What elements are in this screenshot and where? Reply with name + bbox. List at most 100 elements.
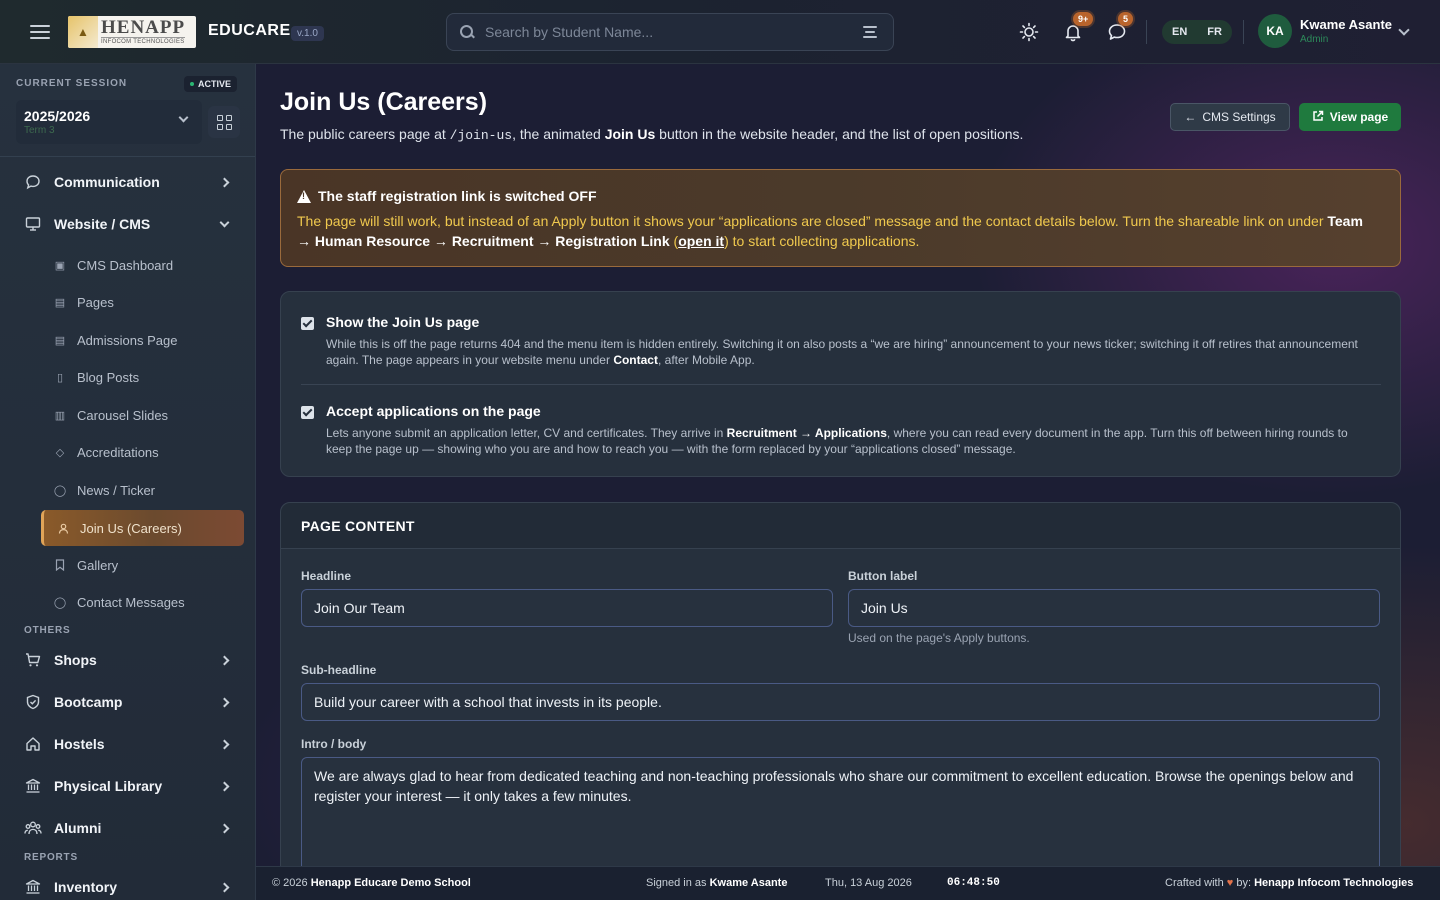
row-divider bbox=[301, 384, 1381, 385]
sidebar-item-gallery[interactable]: Gallery bbox=[41, 547, 244, 583]
user-menu[interactable]: KA Kwame Asante Admin bbox=[1258, 14, 1410, 48]
section-title: PAGE CONTENT bbox=[301, 518, 415, 534]
document-icon: ▤ bbox=[54, 334, 66, 347]
lang-en-option[interactable]: EN bbox=[1172, 26, 1187, 38]
chevron-right-icon bbox=[219, 739, 230, 749]
nav-group-others: OTHERS bbox=[24, 625, 71, 636]
headline-input[interactable] bbox=[301, 589, 833, 627]
session-status-badge: ACTIVE bbox=[184, 76, 238, 92]
chevron-down-icon bbox=[178, 112, 189, 123]
sidebar-item-news-ticker[interactable]: ◯ News / Ticker bbox=[41, 472, 244, 508]
intro-label: Intro / body bbox=[301, 737, 367, 751]
intro-textarea[interactable]: We are always glad to hear from dedicate… bbox=[301, 757, 1380, 866]
sidebar-item-accreditations[interactable]: ◇ Accreditations bbox=[41, 434, 244, 470]
sidebar-item-label: Website / CMS bbox=[54, 216, 151, 232]
sidebar-item-label: Admissions Page bbox=[77, 332, 178, 348]
footer-credits: Crafted with ♥ by: Henapp Infocom Techno… bbox=[1165, 877, 1414, 889]
sidebar-divider bbox=[0, 156, 255, 157]
page-title: Join Us (Careers) bbox=[280, 88, 488, 116]
chevron-down-icon bbox=[1398, 24, 1410, 36]
app-name: EDUCARE bbox=[208, 22, 291, 39]
sidebar-item-carousel-slides[interactable]: ▥ Carousel Slides bbox=[41, 397, 244, 433]
registration-link-alert: The staff registration link is switched … bbox=[280, 169, 1401, 267]
sidebar-item-label: News / Ticker bbox=[77, 482, 156, 498]
sidebar-item-hostels[interactable]: Hostels bbox=[16, 727, 244, 761]
sidebar-item-physical-library[interactable]: Physical Library bbox=[16, 769, 244, 803]
notifications-button[interactable]: 9+ bbox=[1059, 12, 1094, 46]
sidebar-item-join-us-careers[interactable]: Join Us (Careers) bbox=[41, 510, 244, 546]
show-page-checkbox[interactable] bbox=[301, 317, 314, 330]
messages-button[interactable]: 5 bbox=[1103, 12, 1134, 46]
search-input[interactable] bbox=[485, 24, 863, 40]
visibility-settings-card: Show the Join Us page While this is off … bbox=[280, 291, 1401, 477]
sidebar-item-label: Carousel Slides bbox=[77, 407, 169, 423]
sidebar-item-shops[interactable]: Shops bbox=[16, 643, 244, 677]
footer-date: Thu, 13 Aug 2026 bbox=[825, 877, 912, 889]
toggle-description: While this is off the page returns 404 a… bbox=[326, 337, 1358, 367]
chevron-down-icon bbox=[219, 217, 230, 227]
chevron-right-icon bbox=[219, 882, 230, 892]
bar-chart-icon: ▥ bbox=[54, 409, 66, 422]
search-icon bbox=[459, 24, 475, 40]
sidebar-item-blog-posts[interactable]: ▯ Blog Posts bbox=[41, 359, 244, 395]
view-page-button[interactable]: View page bbox=[1299, 103, 1401, 131]
theme-toggle-button[interactable] bbox=[1015, 18, 1043, 46]
filter-icon[interactable] bbox=[863, 25, 879, 39]
sidebar-item-alumni[interactable]: Alumni bbox=[16, 811, 244, 845]
user-role: Admin bbox=[1300, 34, 1329, 45]
menu-toggle-icon[interactable] bbox=[28, 22, 52, 42]
header-divider bbox=[1146, 20, 1147, 44]
open-it-link[interactable]: open it bbox=[678, 233, 724, 249]
sidebar-item-label: Communication bbox=[54, 174, 160, 190]
users-icon bbox=[24, 819, 42, 837]
footer-copyright: © 2026 Henapp Educare Demo School bbox=[272, 877, 471, 889]
sidebar-item-label: Alumni bbox=[54, 820, 102, 836]
sidebar-item-inventory[interactable]: Inventory bbox=[16, 870, 244, 900]
toggle-title: Accept applications on the page bbox=[326, 403, 541, 419]
button-label-input[interactable] bbox=[848, 589, 1380, 627]
messages-count-badge: 5 bbox=[1118, 12, 1134, 26]
subheadline-label: Sub-headline bbox=[301, 663, 377, 677]
lang-fr-option[interactable]: FR bbox=[1207, 26, 1222, 38]
sidebar-item-label: CMS Dashboard bbox=[77, 257, 174, 273]
footer: © 2026 Henapp Educare Demo School Signed… bbox=[256, 866, 1440, 900]
chat-icon: ◯ bbox=[53, 596, 67, 609]
session-label: CURRENT SESSION bbox=[16, 78, 128, 89]
main-content: Join Us (Careers) The public careers pag… bbox=[256, 64, 1440, 866]
sidebar-item-contact-messages[interactable]: ◯ Contact Messages bbox=[41, 584, 244, 620]
button-label-help: Used on the page's Apply buttons. bbox=[848, 631, 1030, 645]
footer-signed-in: Signed in as Kwame Asante bbox=[646, 877, 788, 889]
subheadline-input[interactable] bbox=[301, 683, 1380, 721]
cms-settings-label: CMS Settings bbox=[1202, 110, 1276, 124]
page-path: /join-us bbox=[449, 128, 513, 143]
sidebar-item-label: Pages bbox=[77, 294, 114, 310]
accept-applications-checkbox[interactable] bbox=[301, 406, 314, 419]
footer-clock: 06:48:50 bbox=[947, 877, 1000, 889]
chat-icon bbox=[24, 173, 42, 191]
chevron-right-icon bbox=[219, 655, 230, 665]
sidebar-item-cms-dashboard[interactable]: ▣ CMS Dashboard bbox=[41, 247, 244, 283]
cms-settings-button[interactable]: ← CMS Settings bbox=[1170, 103, 1290, 131]
session-selector[interactable]: 2025/2026 Term 3 bbox=[16, 100, 202, 144]
sidebar-item-bootcamp[interactable]: Bootcamp bbox=[16, 685, 244, 719]
search-bar bbox=[446, 13, 894, 51]
apps-grid-button[interactable] bbox=[208, 106, 240, 138]
company-link[interactable]: Henapp Infocom Technologies bbox=[1254, 877, 1413, 889]
bookmark-icon bbox=[53, 558, 67, 572]
top-bar: ▲ HENAPP INFOCOM TECHNOLOGIES EDUCARE v.… bbox=[0, 0, 1440, 64]
monitor-icon bbox=[24, 215, 42, 233]
sidebar-item-admissions-page[interactable]: ▤ Admissions Page bbox=[41, 322, 244, 358]
tag-icon: ◇ bbox=[55, 446, 65, 459]
button-label-label: Button label bbox=[848, 569, 918, 583]
logo-mark-icon: ▲ bbox=[68, 16, 98, 48]
logo-main-text: HENAPP bbox=[101, 17, 186, 38]
language-switcher: EN FR bbox=[1162, 20, 1232, 44]
card-header: PAGE CONTENT bbox=[281, 503, 1400, 549]
alert-body: The page will still work, but instead of… bbox=[297, 213, 1363, 249]
sidebar-item-communication[interactable]: Communication bbox=[16, 165, 244, 199]
home-icon bbox=[24, 735, 42, 753]
user-icon bbox=[56, 521, 70, 535]
sidebar-item-pages[interactable]: ▤ Pages bbox=[41, 284, 244, 320]
sidebar-item-label: Physical Library bbox=[54, 778, 163, 794]
sidebar-item-website-cms[interactable]: Website / CMS bbox=[16, 207, 244, 241]
